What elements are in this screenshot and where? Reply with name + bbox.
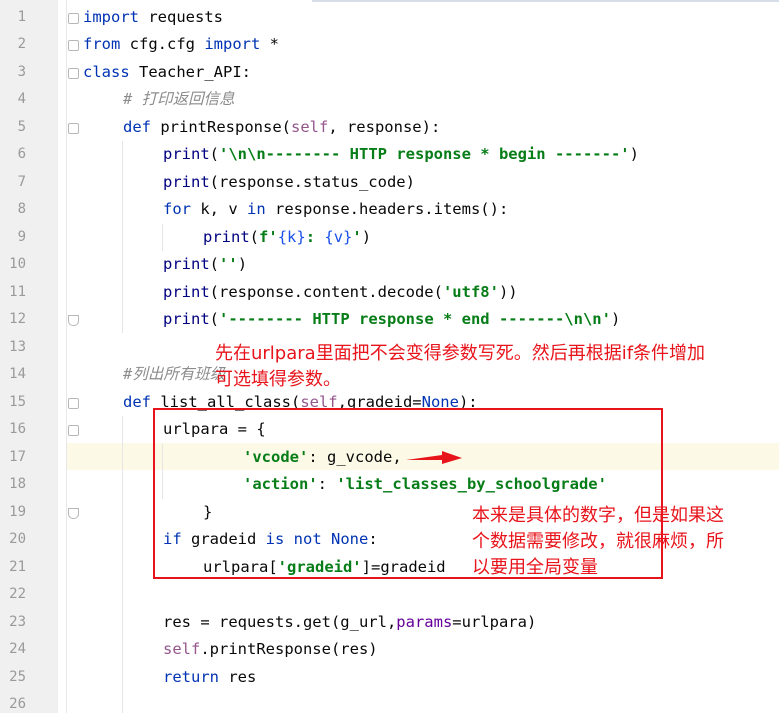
line-number: 19 (9, 504, 26, 520)
line-number: 7 (17, 174, 26, 190)
line-number: 8 (17, 201, 26, 217)
code-line-11[interactable]: print(response.content.decode('utf8')) (163, 279, 518, 306)
line-number: 10 (9, 256, 26, 272)
fold-marker-icon[interactable] (68, 13, 79, 24)
fold-marker-icon[interactable] (68, 123, 79, 134)
line-number: 15 (9, 394, 26, 410)
fold-marker-icon[interactable] (68, 425, 79, 436)
side-annotation-line-1: 本来是具体的数字，但是如果这 (472, 505, 724, 526)
line-number: 24 (9, 641, 26, 657)
fold-marker-icon[interactable] (68, 40, 79, 51)
side-annotation-line-2: 个数据需要修改，就很麻烦，所 (472, 531, 724, 552)
indent-guide (162, 224, 163, 251)
code-line-4[interactable]: # 打印返回信息 (123, 86, 235, 113)
code-line-24[interactable]: self.printResponse(res) (163, 636, 378, 663)
line-number: 2 (17, 36, 26, 52)
code-line-1[interactable]: import requests (83, 4, 223, 31)
line-number: 18 (9, 476, 26, 492)
line-number: 6 (17, 146, 26, 162)
code-line-14[interactable]: #列出所有班级 (123, 361, 225, 388)
editor-tab-strip-edge (312, 0, 779, 2)
code-line-9[interactable]: print(f'{k}: {v}') (203, 224, 371, 251)
code-line-23[interactable]: res = requests.get(g_url,params=urlpara) (163, 609, 536, 636)
indent-guide (122, 416, 123, 713)
line-number: 23 (9, 614, 26, 630)
code-line-25[interactable]: return res (163, 664, 256, 691)
line-number: 21 (9, 559, 26, 575)
code-line-6[interactable]: print('\n\n-------- HTTP response * begi… (163, 141, 639, 168)
line-number: 25 (9, 669, 26, 685)
line-number: 20 (9, 531, 26, 547)
code-line-7[interactable]: print(response.status_code) (163, 169, 415, 196)
line-number: 11 (9, 284, 26, 300)
fold-end-marker-icon[interactable] (68, 508, 79, 519)
gutter-separator (66, 0, 67, 713)
fold-end-marker-icon[interactable] (68, 315, 79, 326)
line-number: 9 (17, 229, 26, 245)
fold-marker-icon[interactable] (68, 68, 79, 79)
code-line-12[interactable]: print('-------- HTTP response * end ----… (163, 306, 620, 333)
side-annotation-line-3: 以要用全局变量 (472, 557, 598, 578)
line-number: 16 (9, 421, 26, 437)
red-arrow-icon (406, 451, 462, 464)
code-line-8[interactable]: for k, v in response.headers.items(): (163, 196, 508, 223)
line-number: 17 (9, 449, 26, 465)
code-line-5[interactable]: def printResponse(self, response): (123, 114, 440, 141)
top-annotation-line-1: 先在urlpara里面把不会变得参数写死。然后再根据if条件增加 (215, 343, 706, 364)
line-number: 12 (9, 311, 26, 327)
indent-guide (122, 141, 123, 333)
code-line-2[interactable]: from cfg.cfg import * (83, 31, 279, 58)
line-number: 4 (17, 91, 26, 107)
code-line-3[interactable]: class Teacher_API: (83, 59, 251, 86)
line-number: 13 (9, 339, 26, 355)
line-number: 22 (9, 586, 26, 602)
fold-marker-icon[interactable] (68, 398, 79, 409)
code-line-10[interactable]: print('') (163, 251, 247, 278)
line-number: 14 (9, 366, 26, 382)
line-number: 3 (17, 64, 26, 80)
line-number: 1 (17, 9, 26, 25)
top-annotation-line-2: 可选填得参数。 (215, 369, 341, 390)
line-number: 26 (9, 696, 26, 712)
line-number: 5 (17, 119, 26, 135)
